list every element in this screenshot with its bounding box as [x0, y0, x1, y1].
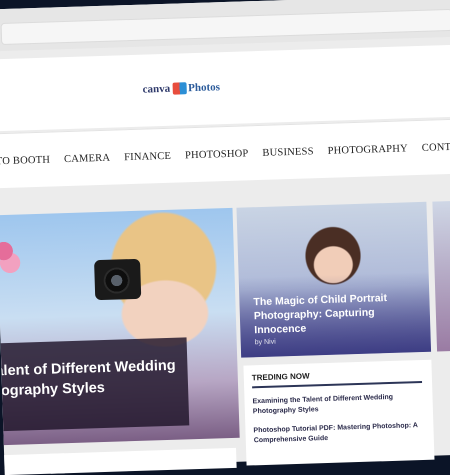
- article-card-child-portrait[interactable]: The Magic of Child Portrait Photography:…: [236, 201, 432, 358]
- browser-toolbar: [0, 0, 450, 52]
- nav-item-contact-us[interactable]: CONTACT US: [415, 140, 450, 154]
- main-nav: TO BOOTH CAMERA FINANCE PHOTOSHOP BUSINE…: [0, 118, 450, 189]
- logo-text-canva: canva: [142, 82, 171, 96]
- site-header: canva Photos: [0, 44, 450, 132]
- nav-item-photography[interactable]: PHOTOGRAPHY: [320, 143, 414, 157]
- logo-icon: [172, 82, 187, 95]
- camera-image: [94, 258, 142, 301]
- browser-page: canva Photos TO BOOTH CAMERA FINANCE PHO…: [0, 0, 450, 475]
- article-author: by Nivi: [254, 338, 276, 347]
- article-title[interactable]: The Magic of Child Portrait Photography:…: [253, 290, 424, 337]
- address-bar[interactable]: [0, 8, 450, 46]
- article-card-partial[interactable]: [432, 200, 450, 352]
- flowers-image: [0, 234, 23, 276]
- logo-text-photos: Photos: [188, 81, 221, 95]
- nav-item-business[interactable]: BUSINESS: [255, 146, 321, 159]
- article-card-bottom[interactable]: [50, 447, 237, 474]
- nav-item-finance[interactable]: FINANCE: [117, 150, 178, 163]
- hero-article-card[interactable]: alent of Different Wedding tography Styl…: [0, 207, 240, 446]
- trending-item[interactable]: Examining the Talent of Different Weddin…: [252, 392, 429, 418]
- trending-item[interactable]: Photoshop Tutorial PDF: Mastering Photos…: [253, 421, 430, 447]
- trending-divider: [252, 380, 423, 389]
- nav-item-photoshop[interactable]: PHOTOSHOP: [178, 148, 256, 161]
- nav-item-camera[interactable]: CAMERA: [57, 152, 117, 165]
- main-content: alent of Different Wedding tography Styl…: [0, 181, 450, 475]
- site-logo[interactable]: canva Photos: [143, 81, 221, 95]
- nav-item-photo-booth[interactable]: TO BOOTH: [0, 154, 57, 167]
- hero-caption[interactable]: alent of Different Wedding tography Styl…: [0, 337, 190, 432]
- trending-heading: TREDING NOW: [251, 371, 310, 383]
